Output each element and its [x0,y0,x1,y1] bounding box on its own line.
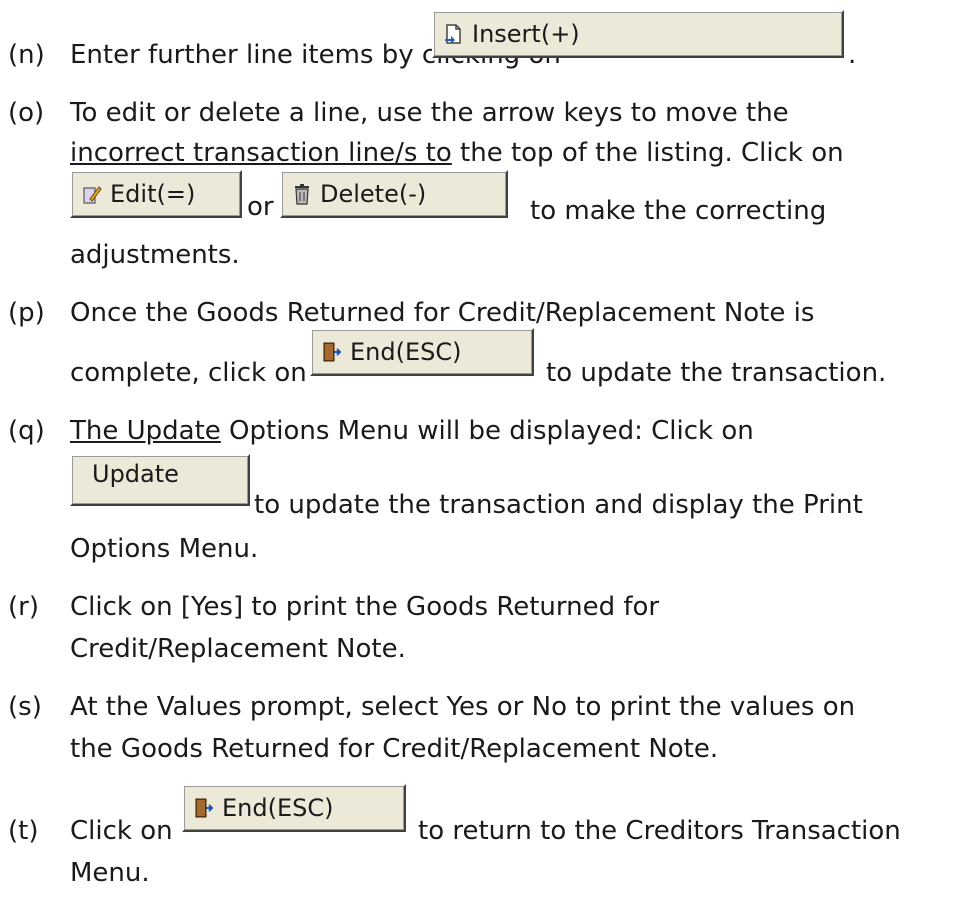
update-button[interactable]: Update [70,454,250,506]
step-q-line3: Options Menu. [70,534,259,564]
step-text-period: . [848,40,857,70]
step-text: Options Menu will be displayed: Click on [220,416,754,446]
end-button-label: End(ESC) [350,338,462,366]
step-p-line2b: to update the transaction. [546,358,887,388]
step-r: (r) [8,594,39,620]
edit-button-label: Edit(=) [110,180,196,208]
step-t: (t) [8,818,38,844]
trash-icon [295,184,309,205]
or-text: or [247,192,274,222]
step-label: (r) [8,592,39,622]
step-label: (q) [8,416,45,446]
edit-icon [83,186,102,204]
delete-button[interactable]: Delete(-) [280,170,508,218]
step-s-line1: At the Values prompt, select Yes or No t… [70,692,856,722]
step-label: (o) [8,98,45,128]
underlined-text: incorrect transaction line/s to [70,138,452,168]
step-o-line3: to make the correcting [530,196,827,226]
edit-button[interactable]: Edit(=) [70,170,242,218]
step-p-line2a: complete, click on [70,358,307,388]
end-button-label: End(ESC) [222,794,334,822]
insert-button[interactable]: Insert(+) [432,10,844,58]
step-label: (s) [8,692,42,722]
step-s: (s) [8,694,42,720]
step-o-line4: adjustments. [70,240,240,270]
step-r-line1: Click on [Yes] to print the Goods Return… [70,592,660,622]
step-p-line1: Once the Goods Returned for Credit/Repla… [70,298,815,328]
step-q: (q) [8,418,45,444]
update-button-label: Update [92,460,179,488]
step-text: the top of the listing. Click on [451,138,844,168]
step-o-line1: To edit or delete a line, use the arrow … [70,98,789,128]
step-q-line2: to update the transaction and display th… [254,490,863,520]
insert-icon [445,24,461,44]
exit-door-icon [323,342,342,362]
end-button[interactable]: End(ESC) [310,328,534,376]
step-r-line2: Credit/Replacement Note. [70,634,406,664]
step-label: (p) [8,298,45,328]
step-o-line2: incorrect transaction line/s to the top … [70,140,844,166]
step-t-line1b: to return to the Creditors Transaction [418,816,901,846]
step-label: (n) [8,40,45,70]
insert-button-label: Insert(+) [472,20,580,48]
step-p: (p) [8,300,45,326]
step-t-line1a: Click on [70,816,173,846]
underlined-text: The Update [70,416,221,446]
step-label: (t) [8,816,39,846]
step-s-line2: the Goods Returned for Credit/Replacemen… [70,734,719,764]
step-t-line2: Menu. [70,858,150,888]
end-button[interactable]: End(ESC) [182,784,406,832]
exit-door-icon [195,798,214,818]
step-q-line1: The Update Options Menu will be displaye… [70,418,754,444]
delete-button-label: Delete(-) [320,180,427,208]
step-o: (o) [8,100,44,126]
